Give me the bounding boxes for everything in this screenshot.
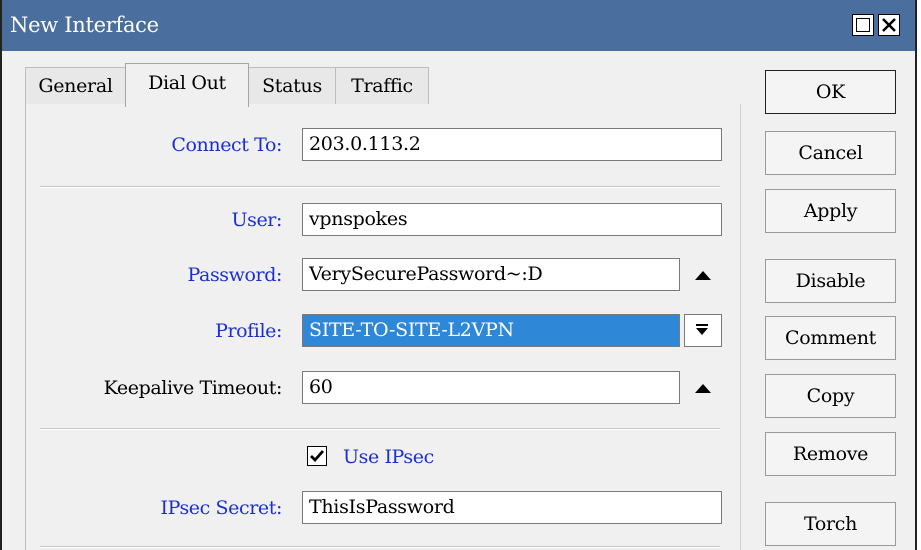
user-input[interactable]: vpnspokes [302, 203, 722, 236]
user-label: User: [231, 209, 283, 231]
collapse-password-icon[interactable] [695, 271, 711, 280]
tab-dial-out[interactable]: Dial Out [125, 63, 249, 107]
profile-label: Profile: [215, 320, 282, 342]
separator [40, 428, 720, 430]
title-bar[interactable]: New Interface [2, 0, 915, 51]
apply-button[interactable]: Apply [765, 189, 896, 233]
tab-traffic[interactable]: Traffic [335, 67, 429, 105]
separator [40, 546, 720, 548]
maximize-icon[interactable] [852, 14, 874, 36]
ipsec-secret-label: IPsec Secret: [160, 497, 282, 519]
keepalive-timeout-label: Keepalive Timeout: [103, 377, 283, 399]
copy-button[interactable]: Copy [765, 374, 896, 418]
ipsec-secret-input[interactable]: ThisIsPassword [302, 491, 722, 524]
profile-select[interactable]: SITE-TO-SITE-L2VPN [302, 314, 680, 347]
ok-button[interactable]: OK [765, 70, 896, 114]
password-input[interactable]: VerySecurePassword~:D [302, 258, 680, 291]
password-label: Password: [187, 264, 282, 286]
use-ipsec-label: Use IPsec [343, 446, 434, 468]
use-ipsec-checkbox[interactable] [307, 446, 327, 466]
dropdown-arrow-icon [696, 324, 708, 335]
window-title: New Interface [10, 13, 159, 37]
close-icon[interactable] [878, 14, 900, 36]
separator [40, 186, 720, 188]
disable-button[interactable]: Disable [765, 259, 896, 303]
comment-button[interactable]: Comment [765, 316, 896, 360]
collapse-keepalive-icon[interactable] [695, 384, 711, 393]
new-interface-window: New Interface General Dial Out Status Tr… [0, 0, 917, 550]
torch-button[interactable]: Torch [765, 502, 896, 546]
tab-general[interactable]: General [25, 67, 126, 105]
checkmark-icon [310, 450, 325, 463]
keepalive-timeout-input[interactable]: 60 [302, 371, 680, 404]
connect-to-input[interactable]: 203.0.113.2 [302, 128, 722, 161]
remove-button[interactable]: Remove [765, 432, 896, 476]
cancel-button[interactable]: Cancel [765, 131, 896, 175]
connect-to-label: Connect To: [171, 134, 282, 156]
profile-dropdown-button[interactable] [684, 314, 722, 347]
tab-status[interactable]: Status [248, 67, 336, 105]
